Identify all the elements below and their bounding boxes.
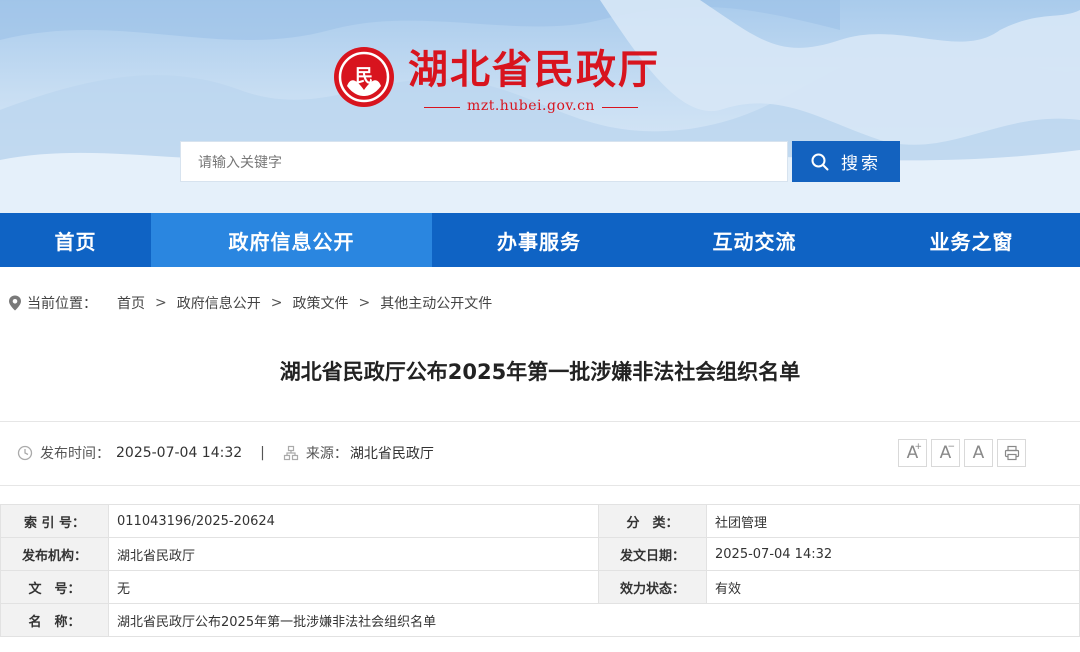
breadcrumb-label: 当前位置： (27, 296, 97, 312)
printer-icon (1004, 445, 1019, 461)
search-button-label: 搜索 (841, 154, 881, 174)
article-title: 湖北省民政厅公布2025年第一批涉嫌非法社会组织名单 (279, 360, 801, 384)
site-header: 民 湖北省民政厅 mzt.hubei.gov.cn 请输入关键字 搜索 (0, 0, 1080, 213)
title-divider (0, 421, 1080, 422)
search-placeholder: 请输入关键字 (198, 154, 282, 171)
ministry-emblem-logo[interactable]: 民 (333, 46, 395, 108)
nav-item-business[interactable]: 业务之窗 (863, 213, 1080, 267)
minus-icon: − (947, 442, 955, 452)
nav-item-home[interactable]: 首页 (0, 213, 151, 267)
breadcrumb-separator-icon: > (155, 295, 167, 311)
clock-icon (17, 445, 33, 461)
search-icon (811, 153, 829, 170)
breadcrumb-link-policy[interactable]: 政策文件 (292, 293, 348, 313)
name-value: 湖北省民政厅公布2025年第一批涉嫌非法社会组织名单 (108, 603, 1080, 637)
print-button[interactable] (997, 439, 1026, 467)
breadcrumb-separator-icon: > (270, 295, 283, 311)
nav-item-services[interactable]: 办事服务 (432, 213, 646, 267)
meta-separator: | (260, 445, 265, 461)
index-value: 011043196/2025-20624 (108, 504, 599, 538)
search-button[interactable]: 搜索 (792, 141, 900, 182)
publish-time-label: 发布时间： (40, 446, 110, 462)
source-label: 来源： (305, 446, 348, 462)
doc-number-value: 无 (108, 570, 599, 604)
article-meta: 发布时间： 2025-07-04 14:32 | 来源： 湖北省民政厅 (17, 443, 434, 463)
status-label: 效力状态： (598, 570, 707, 604)
logo-glyph: 民 (355, 66, 373, 87)
font-decrease-button[interactable]: A − (931, 439, 960, 467)
category-label: 分 类： (598, 504, 707, 538)
org-chart-icon (283, 445, 298, 461)
breadcrumb-link-home[interactable]: 首页 (117, 293, 145, 313)
breadcrumb: 当前位置： 首页 > 政府信息公开 > 政策文件 > 其他主动公开文件 (8, 293, 492, 313)
table-row: 文 号： 无 效力状态： 有效 (0, 570, 1080, 604)
table-row: 发布机构： 湖北省民政厅 发文日期： 2025-07-04 14:32 (0, 537, 1080, 571)
table-row: 索 引 号： 011043196/2025-20624 分 类： 社团管理 (0, 504, 1080, 538)
plus-icon: + (914, 442, 922, 452)
publish-time-value: 2025-07-04 14:32 (116, 445, 243, 461)
source-value: 湖北省民政厅 (349, 446, 434, 462)
font-reset-label: A (972, 443, 985, 463)
main-nav: 首页 政府信息公开 办事服务 互动交流 业务之窗 (0, 213, 1080, 267)
name-label: 名 称： (0, 603, 109, 637)
issuer-value: 湖北省民政厅 (108, 537, 599, 571)
breadcrumb-link-other-files[interactable]: 其他主动公开文件 (380, 293, 492, 313)
doc-number-label: 文 号： (0, 570, 109, 604)
site-domain-row: mzt.hubei.gov.cn (424, 96, 638, 118)
font-reset-button[interactable]: A (964, 439, 993, 467)
site-title: 湖北省民政厅 (408, 46, 660, 93)
table-row: 名 称： 湖北省民政厅公布2025年第一批涉嫌非法社会组织名单 (0, 603, 1080, 637)
domain-line-left (424, 107, 460, 108)
issuer-label: 发布机构： (0, 537, 109, 571)
date-label: 发文日期： (598, 537, 707, 571)
nav-item-gov-info[interactable]: 政府信息公开 (151, 213, 432, 267)
site-domain: mzt.hubei.gov.cn (467, 98, 595, 114)
domain-line-right (602, 107, 638, 108)
breadcrumb-link-gov-info[interactable]: 政府信息公开 (177, 293, 261, 313)
font-size-tools: A + A − A (898, 439, 1026, 467)
font-increase-button[interactable]: A + (898, 439, 927, 467)
nav-item-interaction[interactable]: 互动交流 (646, 213, 863, 267)
location-pin-icon (9, 295, 21, 311)
index-label: 索 引 号： (0, 504, 109, 538)
category-value: 社团管理 (706, 504, 1080, 538)
date-value: 2025-07-04 14:32 (706, 537, 1080, 571)
status-value: 有效 (706, 570, 1080, 604)
breadcrumb-separator-icon: > (358, 295, 371, 311)
document-info-table: 索 引 号： 011043196/2025-20624 分 类： 社团管理 发布… (0, 504, 1080, 637)
search-input[interactable]: 请输入关键字 (180, 141, 788, 182)
meta-divider (0, 485, 1080, 486)
